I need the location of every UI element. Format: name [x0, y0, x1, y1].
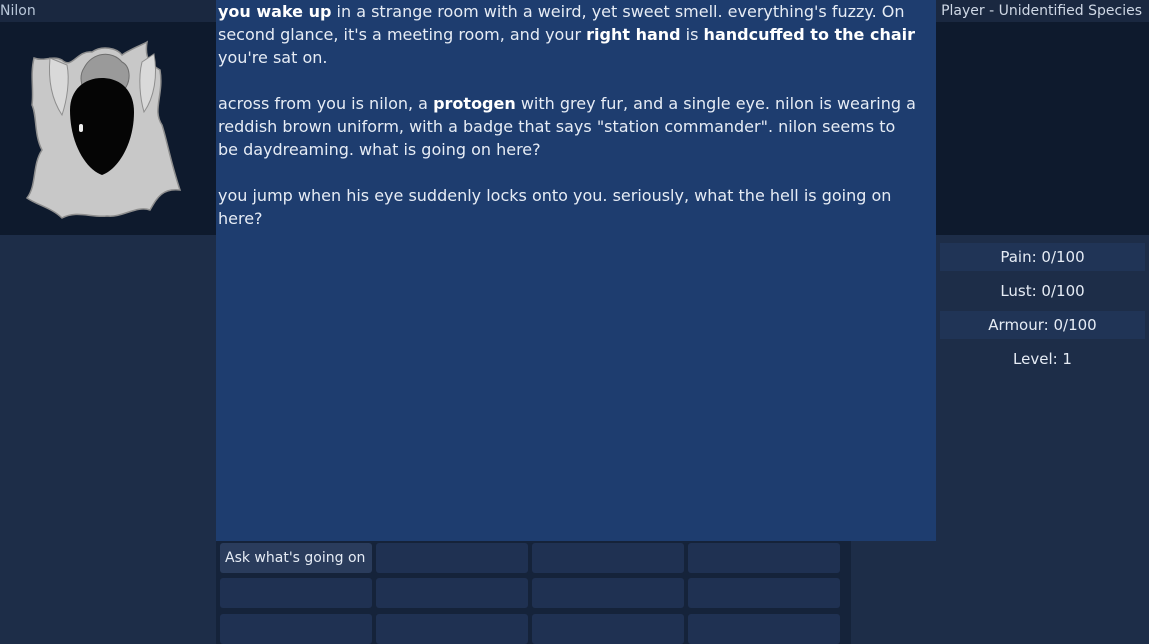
right-bottom-panel — [851, 541, 1149, 644]
stat-armour: Armour: 0/100 — [940, 311, 1145, 339]
story-paragraph-1: you wake up in a strange room with a wei… — [218, 0, 918, 69]
game-screen: Nilon you wake up in a strange room with… — [0, 0, 1149, 644]
story-panel: you wake up in a strange room with a wei… — [216, 0, 936, 541]
empty-action-button[interactable] — [376, 578, 528, 608]
stat-level: Level: 1 — [1013, 350, 1072, 368]
story-run: is — [680, 25, 704, 44]
stats-panel: Pain: 0/100 Lust: 0/100 Armour: 0/100 Le… — [936, 235, 1149, 541]
npc-portrait-eye — [79, 124, 83, 132]
story-emphasis: handcuffed to the chair — [703, 25, 916, 44]
empty-action-button[interactable] — [376, 614, 528, 644]
empty-action-button[interactable] — [532, 578, 684, 608]
story-emphasis: you wake up — [218, 2, 332, 21]
story-run: across from you is nilon, a — [218, 94, 434, 113]
story-paragraph-2: across from you is nilon, a protogen wit… — [218, 92, 918, 161]
empty-action-button[interactable] — [532, 543, 684, 573]
npc-name: Nilon — [0, 3, 36, 19]
empty-action-button[interactable] — [532, 614, 684, 644]
story-emphasis: protogen — [433, 94, 516, 113]
empty-action-button[interactable] — [220, 614, 372, 644]
ask-whats-going-on-button[interactable]: Ask what's going on — [220, 543, 372, 573]
empty-action-button[interactable] — [688, 578, 840, 608]
player-portrait-panel — [936, 22, 1149, 235]
empty-action-button[interactable] — [688, 543, 840, 573]
story-run: you jump when his eye suddenly locks ont… — [218, 186, 892, 228]
empty-action-button[interactable] — [376, 543, 528, 573]
story-run: you're sat on. — [218, 48, 328, 67]
story-paragraph-3: you jump when his eye suddenly locks ont… — [218, 184, 918, 230]
player-title-bar: Player - Unidentified Species — [936, 0, 1149, 22]
npc-name-bar: Nilon — [0, 0, 216, 22]
npc-portrait — [25, 40, 182, 219]
stat-lust: Lust: 0/100 — [1000, 282, 1085, 300]
action-button-grid: Ask what's going on — [216, 541, 851, 644]
stat-pain: Pain: 0/100 — [940, 243, 1145, 271]
empty-action-button[interactable] — [220, 578, 372, 608]
empty-action-button[interactable] — [688, 614, 840, 644]
left-lower-panel — [0, 235, 216, 644]
story-emphasis: right hand — [586, 25, 681, 44]
story-text: you wake up in a strange room with a wei… — [218, 0, 918, 253]
player-title: Player - Unidentified Species — [941, 3, 1142, 19]
